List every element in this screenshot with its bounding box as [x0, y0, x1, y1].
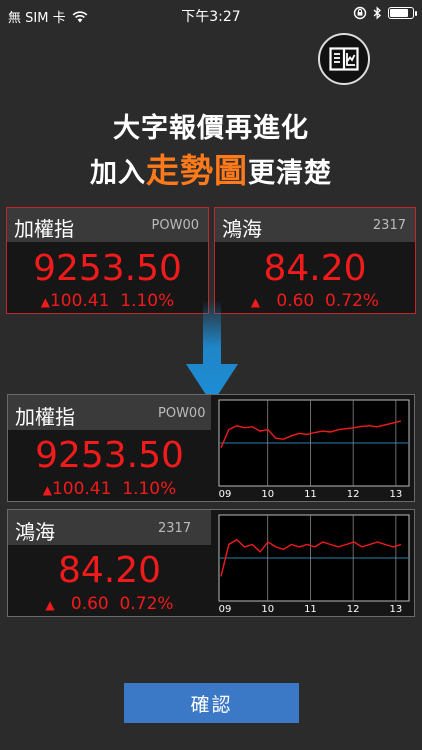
up-triangle-icon: ▲ [250, 295, 261, 309]
chart-tick-label: 10 [261, 604, 274, 614]
quote-price: 9253.50 [35, 435, 184, 476]
quote-name: 加權指 [14, 217, 74, 241]
chart-tick-label: 12 [347, 604, 360, 614]
quote-change: 0.60 [276, 291, 315, 311]
quote-card-header: 鴻海 2317 [215, 208, 415, 242]
quote-card-header: 加權指 POW00 [8, 395, 211, 430]
quote-percent: 1.10% [120, 291, 175, 311]
chart-tick-label: 09 [219, 604, 232, 614]
quote-card-header: 鴻海 2317 [8, 510, 211, 545]
quote-name: 鴻海 [222, 217, 262, 241]
down-arrow-icon [186, 300, 238, 404]
quote-change: 100.41 [51, 479, 112, 499]
quote-percent: 0.72% [325, 291, 380, 311]
quote-price: 9253.50 [33, 248, 182, 289]
chart-tick-label: 10 [261, 489, 274, 499]
quote-card-hon-hai-old: 鴻海 2317 84.20 ▲ 0.60 0.72% [214, 207, 416, 314]
up-triangle-icon: ▲ [42, 483, 52, 497]
quote-change: 100.41 [49, 291, 110, 311]
chart-tick-label: 13 [390, 604, 403, 614]
quote-percent: 1.10% [122, 479, 177, 499]
intraday-chart: 09 10 11 12 13 [218, 399, 410, 499]
up-triangle-icon: ▲ [45, 598, 55, 612]
intraday-chart: 09 10 11 12 13 [218, 514, 410, 614]
quote-change-row: ▲ 0.60 0.72% [215, 291, 415, 311]
chart-tick-label: 09 [219, 489, 232, 499]
quote-price: 84.20 [263, 248, 367, 289]
headline-suffix: 更清楚 [248, 158, 332, 189]
book-chart-glyph [329, 47, 359, 71]
status-right [353, 6, 417, 20]
chart-tick-label: 12 [347, 489, 360, 499]
quote-change-row: ▲100.41 1.10% [8, 479, 211, 499]
battery-icon [388, 7, 417, 19]
book-chart-icon[interactable] [318, 33, 370, 85]
chart-tick-label: 13 [390, 489, 403, 499]
quote-percent: 0.72% [119, 594, 174, 614]
quote-card-header: 加權指 POW00 [7, 208, 208, 242]
quote-name: 鴻海 [15, 520, 55, 544]
headline-prefix: 加入 [90, 158, 146, 189]
quote-code: 2317 [158, 521, 192, 536]
quote-change-row: ▲ 0.60 0.72% [8, 594, 211, 614]
quote-card-index-new: 加權指 POW00 9253.50 ▲100.41 1.10% 09 10 11 12… [7, 394, 415, 502]
bluetooth-icon [373, 6, 381, 20]
chart-tick-label: 11 [304, 604, 317, 614]
quote-code: POW00 [158, 406, 206, 421]
quote-code: 2317 [372, 218, 406, 233]
confirm-button[interactable]: 確認 [124, 683, 299, 723]
quote-card-index-old: 加權指 POW00 9253.50 ▲100.41 1.10% [6, 207, 209, 314]
quote-code: POW00 [151, 218, 199, 233]
chart-tick-label: 11 [304, 489, 317, 499]
quote-name: 加權指 [15, 405, 75, 429]
headline-line2: 加入走勢圖更清楚 [0, 144, 422, 192]
quote-card-hon-hai-new: 鴻海 2317 84.20 ▲ 0.60 0.72% 09 10 11 12 13 [7, 509, 415, 617]
battery-fill [390, 9, 408, 17]
headline-highlight: 走勢圖 [146, 151, 248, 190]
quote-change-row: ▲100.41 1.10% [7, 291, 208, 311]
quote-change: 0.60 [70, 594, 109, 614]
status-bar: 無 SIM 卡 下午3:27 [0, 0, 422, 30]
headline-line1: 大字報價再進化 [113, 113, 309, 144]
up-triangle-icon: ▲ [40, 295, 50, 309]
rotation-lock-icon [353, 6, 367, 20]
quote-price: 84.20 [57, 550, 162, 591]
